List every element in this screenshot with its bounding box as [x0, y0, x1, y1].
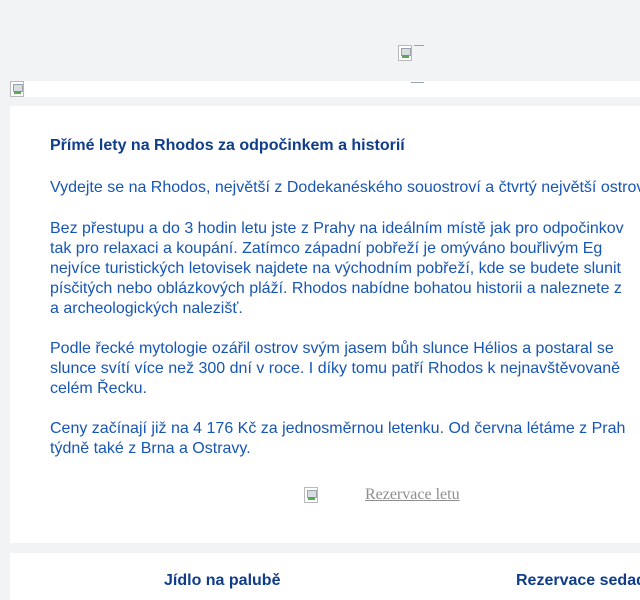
paragraph-line: a archeologických nalezišť.	[50, 300, 243, 317]
paragraph-line: Ceny začínají již na 4 176 Kč za jednosm…	[50, 420, 626, 437]
paragraph-line: Vydejte se na Rhodos, největší z Dodekan…	[50, 179, 640, 196]
paragraph-line: tak pro relaxaci a koupání. Zatímco zápa…	[50, 240, 603, 257]
banner-strip	[10, 81, 640, 97]
intro-paragraph: Vydejte se na Rhodos, největší z Dodekan…	[50, 178, 640, 198]
paragraph-line: Podle řecké mytologie ozářil ostrov svým…	[50, 340, 614, 357]
paragraph-line: písčitých nebo oblázkových pláží. Rhodos…	[50, 280, 622, 297]
broken-image-icon	[398, 45, 412, 61]
article-title: Přímé lety na Rhodos za odpočinkem a his…	[50, 137, 405, 154]
feature-seat-reservation-link[interactable]: Rezervace sedad	[516, 572, 640, 590]
paragraph-line: Bez přestupu a do 3 hodin letu jste z Pr…	[50, 220, 624, 237]
article-body: Vydejte se na Rhodos, největší z Dodekan…	[50, 178, 640, 479]
paragraph-line: celém Řecku.	[50, 380, 147, 397]
paragraph-line: nejvíce turistických letovisek najdete n…	[50, 260, 621, 277]
feature-onboard-meal-link[interactable]: Jídlo na palubě	[164, 572, 280, 590]
features-card: Jídlo na palubě Rezervace sedad	[10, 553, 640, 600]
paragraph-prices: Ceny začínají již na 4 176 Kč za jednosm…	[50, 419, 640, 459]
paragraph-travel: Bez přestupu a do 3 hodin letu jste z Pr…	[50, 219, 640, 319]
broken-image-icon	[10, 81, 24, 97]
divider	[414, 45, 424, 46]
email-page: Přímé lety na Rhodos za odpočinkem a his…	[0, 0, 640, 600]
paragraph-line: týdně také z Brna a Ostravy.	[50, 440, 251, 457]
paragraph-mythology: Podle řecké mytologie ozářil ostrov svým…	[50, 339, 640, 399]
paragraph-line: slunce svítí více než 300 dní v roce. I …	[50, 360, 621, 377]
article-card: Přímé lety na Rhodos za odpočinkem a his…	[10, 106, 640, 543]
divider	[411, 82, 424, 83]
book-flight-label: Rezervace letu	[365, 486, 460, 503]
broken-image-icon	[304, 487, 318, 503]
